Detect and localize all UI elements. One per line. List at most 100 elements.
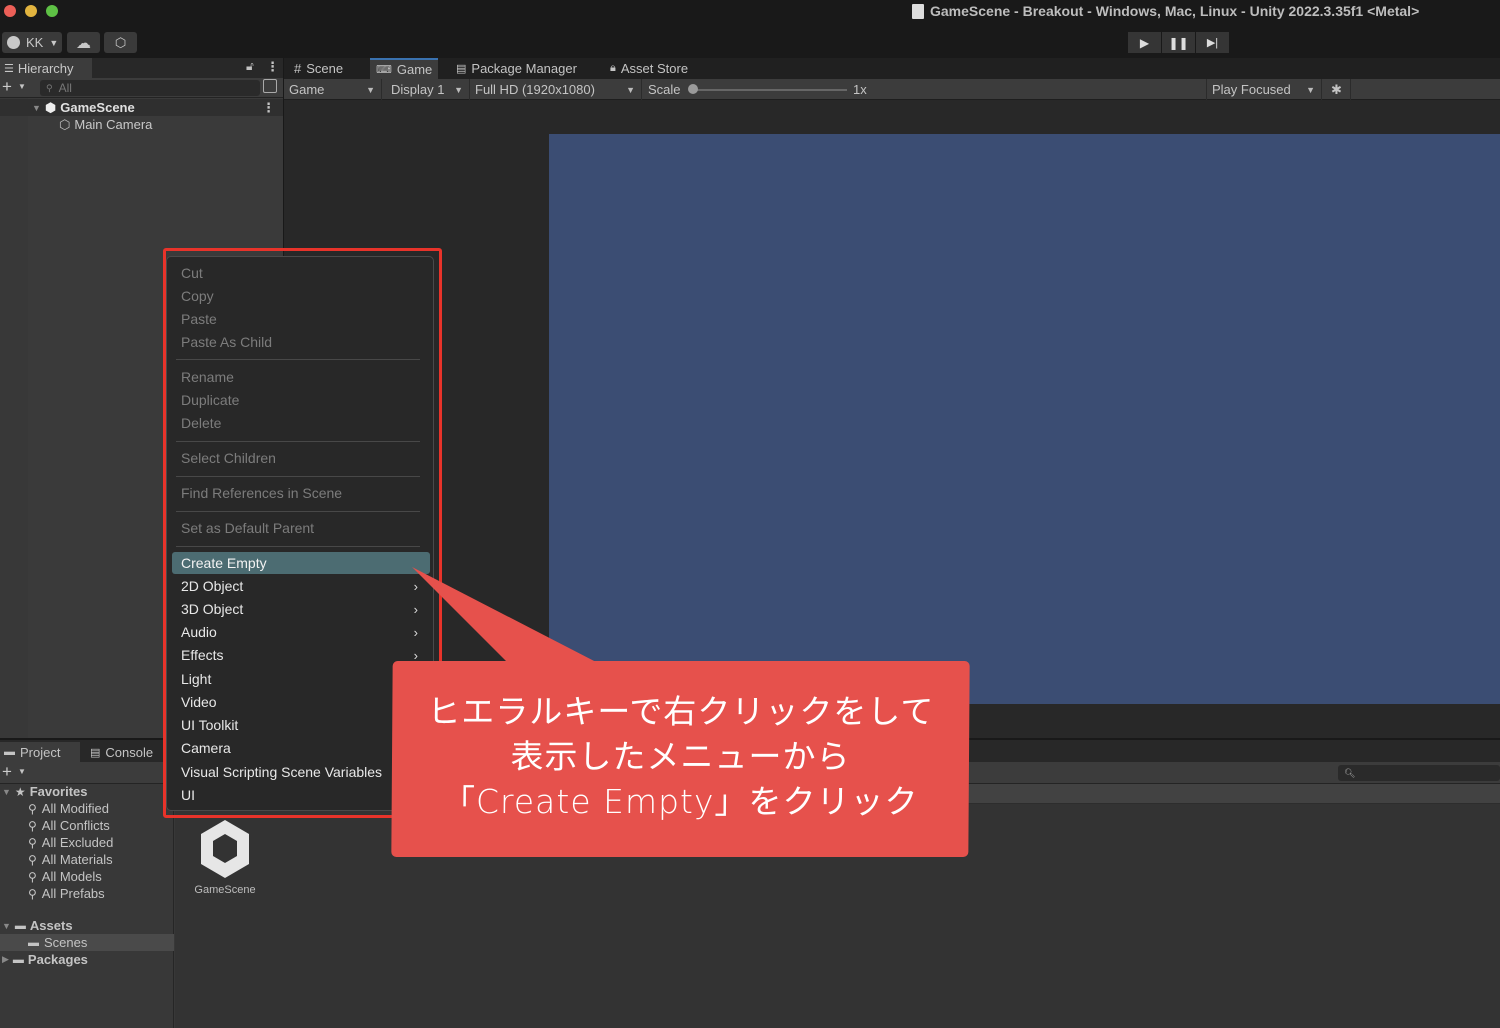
resolution-dropdown[interactable]: Full HD (1920x1080) ▼ [470,79,642,100]
scene-visibility-icon[interactable] [263,79,277,93]
favorites-section[interactable]: ▼ ★ Favorites [0,783,174,800]
expand-arrow-icon[interactable]: ▼ [2,787,11,797]
chevron-down-icon[interactable]: ▼ [18,82,26,91]
tab-hierarchy[interactable]: ☰ Hierarchy [0,58,92,78]
packages-label: Packages [27,952,88,967]
tab-asset-store-label: Asset Store [620,61,689,76]
favorites-item[interactable]: ⚲ All Conflicts [0,817,174,834]
gamepad-icon: ⌨ [376,64,392,76]
lock-icon[interactable]: 🔓︎ [246,59,254,74]
tab-game[interactable]: ⌨ Game [370,58,439,79]
play-mode-value: Play Focused [1212,82,1291,97]
tab-console[interactable]: ▤ Console [86,742,153,762]
scale-slider-track[interactable] [689,89,847,91]
callout-line: ヒエラルキーで右クリックをして [427,692,935,731]
debug-button[interactable]: ✱ [1323,79,1351,100]
search-icon: ⚲ [28,869,37,884]
add-icon[interactable]: + [2,762,12,782]
scale-control: Scale 1x [643,79,1203,100]
pause-icon: ❚❚ [1168,35,1189,50]
more-options-icon[interactable]: ⋮ [262,100,275,116]
search-icon: ⚲ [28,818,37,833]
pause-button[interactable]: ❚❚ [1162,32,1195,53]
display-value: Display 1 [391,82,445,97]
cloud-icon: ☁ [76,34,91,52]
user-circle-icon [7,36,20,49]
tab-package-manager[interactable]: ▤ Package Manager [450,58,583,79]
list-icon: ☰ [4,62,14,75]
cloud-button[interactable]: ☁ [67,32,100,53]
favorites-label: Favorites [29,784,88,799]
hierarchy-search-input[interactable]: ⚲ All [40,80,260,96]
play-button[interactable]: ▶ [1128,32,1161,53]
search-icon: ⚲ [28,835,37,850]
package-icon: ▤ [456,63,467,75]
main-toolbar: KK ▼ ☁ ⬡ ▶ ❚❚ ▶| [0,28,1500,58]
scale-label: Scale [648,82,681,97]
tab-asset-store[interactable]: 🔒︎ Asset Store [604,58,694,79]
tab-project[interactable]: ▬ Project [0,742,80,762]
expand-arrow-icon[interactable]: ▼ [32,103,41,113]
search-icon: ⚲ [28,852,37,867]
favorites-item[interactable]: ⚲ All Materials [0,851,174,868]
search-icon: ⚲ [28,801,37,816]
search-placeholder: All [58,81,72,95]
assets-folder[interactable]: ▼ ▬ Assets [0,917,174,934]
more-options-icon[interactable]: ⋮ [266,59,279,75]
project-folder-tree: ▼ ★ Favorites ⚲ All Modified ⚲ All Conflic… [0,784,174,1028]
chevron-down-icon: ▼ [1306,84,1315,95]
close-window-button[interactable] [4,5,16,17]
maximize-window-button[interactable] [46,5,58,17]
minimize-window-button[interactable] [25,5,37,17]
star-icon: ★ [14,784,26,799]
chevron-down-icon: ▼ [626,84,635,95]
callout-line: 表示したメニューから [510,737,851,776]
folder-item-scenes[interactable]: ▬ Scenes [0,934,174,951]
search-icon: ⚲ [28,886,37,901]
expand-arrow-icon[interactable]: ▼ [2,921,11,931]
unity-scene-icon [201,820,249,878]
step-button[interactable]: ▶| [1196,32,1229,53]
favorites-item[interactable]: ⚲ All Prefabs [0,885,174,902]
play-icon: ▶ [1139,35,1150,50]
chevron-down-icon[interactable]: ▼ [18,767,26,776]
tab-project-label: Project [20,744,61,760]
shopping-bag-icon: 🔒︎ [610,62,616,74]
tab-scene[interactable]: # Scene [288,58,349,79]
view-mode-dropdown[interactable]: Game ▼ [284,79,382,100]
hierarchy-toolbar: + ▼ ⚲ All [0,77,283,98]
favorites-item[interactable]: ⚲ All Excluded [0,834,174,851]
packages-folder[interactable]: ▶ ▬ Packages [0,951,174,968]
project-search-input[interactable]: 🔍︎ [1338,765,1500,781]
add-icon[interactable]: + [2,77,12,97]
tab-package-manager-label: Package Manager [471,61,577,76]
asset-item[interactable]: GameScene [185,818,265,904]
title-bar: GameScene - Breakout - Windows, Mac, Lin… [0,0,1500,28]
account-dropdown[interactable]: KK ▼ [2,32,62,53]
favorites-item-label: All Excluded [41,835,114,850]
step-icon: ▶| [1206,37,1219,49]
favorites-item[interactable]: ⚲ All Modified [0,800,174,817]
bug-icon: ✱ [1331,81,1342,97]
tab-hierarchy-label: Hierarchy [17,60,74,76]
resolution-value: Full HD (1920x1080) [475,82,595,97]
display-dropdown[interactable]: Display 1 ▼ [386,79,470,100]
folder-icon: ▬ [4,746,15,758]
favorites-item[interactable]: ⚲ All Models [0,868,174,885]
view-mode-value: Game [289,82,325,97]
favorites-item-label: All Modified [41,801,109,816]
scene-name: GameScene [60,100,135,115]
hierarchy-item[interactable]: ⬡ Main Camera [0,116,283,133]
tab-console-label: Console [105,744,154,760]
scale-slider-handle[interactable] [688,84,698,94]
hierarchy-item-label: Main Camera [74,117,153,132]
folder-icon: ▬ [28,936,39,949]
expand-arrow-icon[interactable]: ▶ [2,954,9,965]
favorites-item-label: All Prefabs [41,886,105,901]
folder-open-icon: ▬ [14,919,26,932]
view-tab-bar: # Scene ⌨ Game ▤ Package Manager 🔒︎ Asset St… [284,58,1500,79]
game-viewport[interactable] [549,134,1500,704]
hierarchy-scene-row[interactable]: ▼ ⬢ GameScene ⋮ [0,99,283,116]
services-button[interactable]: ⬡ [104,32,137,53]
play-mode-dropdown[interactable]: Play Focused ▼ [1206,79,1322,100]
